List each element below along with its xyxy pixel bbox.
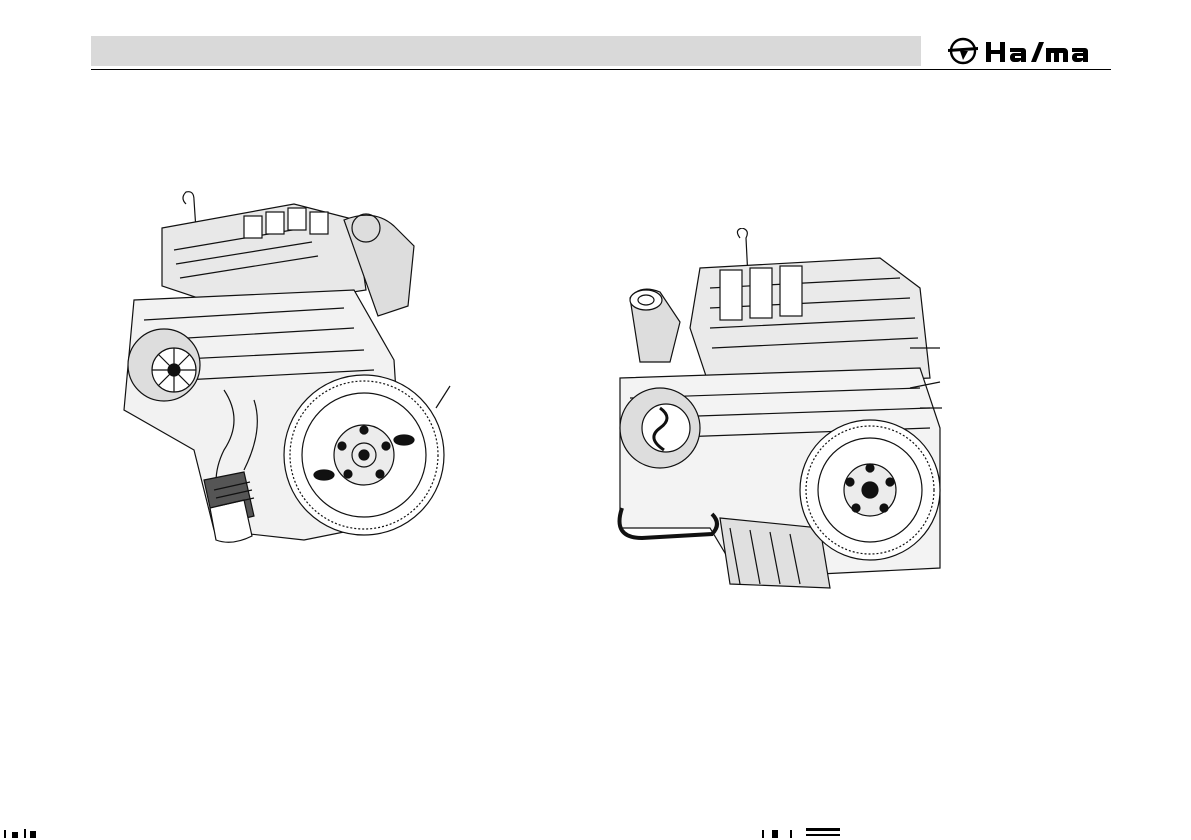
engine-illustration-left bbox=[123, 191, 451, 543]
haima-wordmark bbox=[986, 42, 1088, 62]
engine-illustration-right bbox=[617, 228, 942, 589]
footer-print-marks bbox=[4, 828, 840, 838]
haima-emblem-icon bbox=[948, 37, 978, 65]
haima-logo bbox=[948, 37, 1088, 65]
header-rule bbox=[91, 69, 1111, 70]
header-bar bbox=[91, 36, 921, 66]
